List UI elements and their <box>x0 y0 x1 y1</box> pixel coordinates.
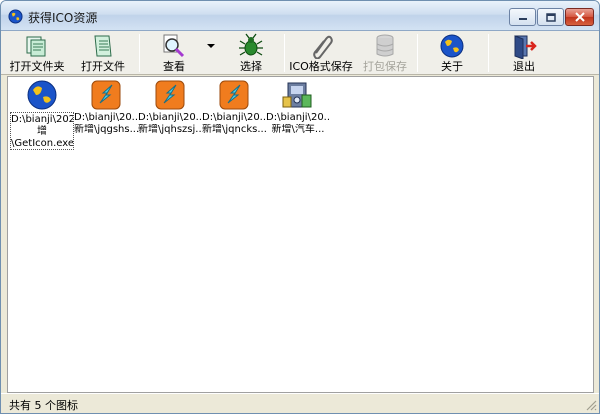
icon-item-caption: D:\bianji\20... <box>138 112 202 123</box>
open-folder-button[interactable]: 打开文件夹 <box>5 31 69 75</box>
open-folder-icon <box>26 36 46 57</box>
toolbar-separator <box>488 34 489 72</box>
select-button[interactable]: 选择 <box>225 31 277 75</box>
icon-item-caption: 新增\汽车... <box>271 124 325 135</box>
toolbar-separator <box>284 34 285 72</box>
resize-grip-icon[interactable] <box>585 399 597 411</box>
pack-save-label: 打包保存 <box>363 60 407 73</box>
save-ico-button[interactable]: ICO格式保存 <box>289 31 353 75</box>
icon-item-caption: D:\bianji\20209.9\新增\GetIcon.exe <box>10 112 74 150</box>
select-label: 选择 <box>240 60 262 73</box>
icon-item-caption: D:\bianji\20... <box>74 112 138 123</box>
icon-item-caption: 新增\jqncks... <box>202 124 266 135</box>
installer-icon <box>282 82 312 108</box>
about-button[interactable]: 关于 <box>425 31 479 75</box>
open-file-label: 打开文件 <box>81 60 125 73</box>
exit-label: 退出 <box>513 60 535 73</box>
app-orange-icon <box>219 80 249 110</box>
magnifier-icon <box>163 34 185 58</box>
toolbar-separator <box>139 34 140 72</box>
app-window: 获得ICO资源 打开文件夹 打开文件 查看 选择 ICO格式保存 打包保存 关于… <box>0 0 600 414</box>
globe-icon <box>440 34 464 58</box>
close-icon <box>574 12 585 22</box>
about-label: 关于 <box>441 60 463 73</box>
exit-door-icon <box>514 35 537 59</box>
status-text: 共有 5 个图标 <box>9 399 78 412</box>
pack-save-button[interactable]: 打包保存 <box>357 31 413 75</box>
maximize-button[interactable] <box>537 8 564 26</box>
bug-icon <box>239 33 263 56</box>
icon-item-caption: 新增\jqgshs... <box>74 124 138 135</box>
close-button[interactable] <box>565 8 594 26</box>
window-title: 获得ICO资源 <box>28 11 98 25</box>
dropdown-arrow-icon <box>207 44 215 48</box>
toolbar: 打开文件夹 打开文件 查看 选择 ICO格式保存 打包保存 关于 退出 <box>1 31 599 75</box>
globe-icon <box>8 9 23 24</box>
paperclip-icon <box>313 35 333 59</box>
view-label: 查看 <box>163 60 185 73</box>
open-file-button[interactable]: 打开文件 <box>73 31 133 75</box>
minimize-button[interactable] <box>509 8 536 26</box>
icon-item-caption: D:\bianji\20... <box>202 112 266 123</box>
globe-icon <box>27 80 57 110</box>
maximize-icon <box>545 12 556 22</box>
icon-list-view[interactable]: D:\bianji\20209.9\新增\GetIcon.exe D:\bian… <box>7 76 594 393</box>
icon-item-caption: D:\bianji\20... <box>266 112 330 123</box>
app-orange-icon <box>91 80 121 110</box>
view-button[interactable]: 查看 <box>147 31 201 75</box>
save-ico-label: ICO格式保存 <box>289 60 353 73</box>
toolbar-separator <box>417 34 418 72</box>
open-file-icon <box>94 35 112 57</box>
app-orange-icon <box>155 80 185 110</box>
view-dropdown-button[interactable] <box>203 31 219 75</box>
minimize-icon <box>518 18 527 20</box>
database-icon <box>376 34 394 57</box>
exit-button[interactable]: 退出 <box>497 31 551 75</box>
open-folder-label: 打开文件夹 <box>9 60 65 73</box>
icon-item-caption: 新增\jqhszsj... <box>138 124 202 135</box>
title-bar[interactable]: 获得ICO资源 <box>1 1 599 31</box>
status-bar: 共有 5 个图标 <box>1 393 599 413</box>
